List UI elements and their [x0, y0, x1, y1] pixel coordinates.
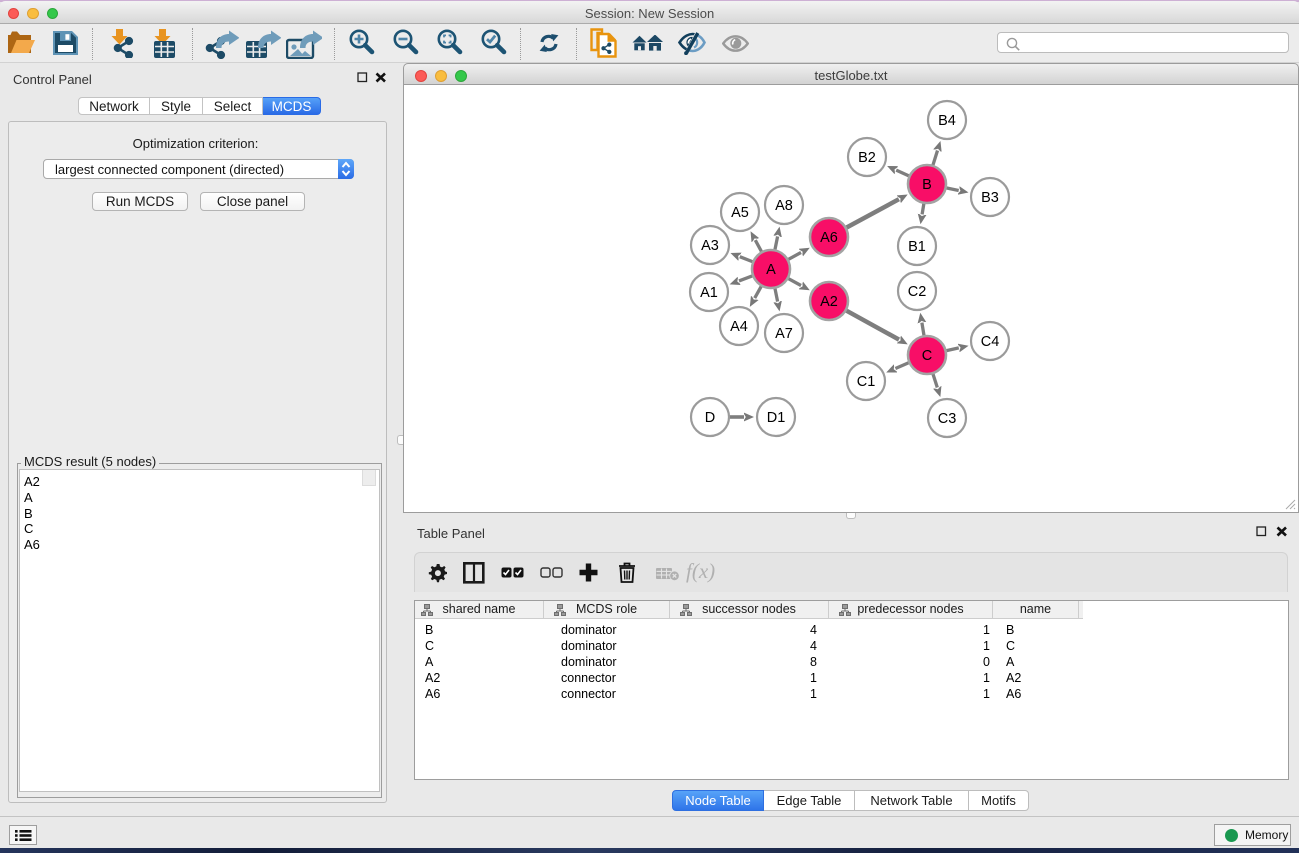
svg-text:A2: A2 [820, 294, 838, 310]
svg-text:A3: A3 [701, 238, 719, 254]
svg-text:C1: C1 [857, 374, 876, 390]
svg-text:C3: C3 [938, 411, 957, 427]
svg-text:B1: B1 [908, 239, 926, 255]
svg-text:B2: B2 [858, 150, 876, 166]
svg-text:A7: A7 [775, 326, 793, 342]
svg-text:A6: A6 [820, 230, 838, 246]
svg-text:B: B [922, 177, 932, 193]
svg-text:C4: C4 [981, 334, 1000, 350]
svg-text:A8: A8 [775, 198, 793, 214]
svg-text:C2: C2 [908, 284, 927, 300]
svg-text:D: D [705, 410, 715, 426]
svg-text:A1: A1 [700, 285, 718, 301]
svg-text:B4: B4 [938, 113, 956, 129]
svg-text:A4: A4 [730, 319, 748, 335]
svg-text:A5: A5 [731, 205, 749, 221]
svg-text:A: A [766, 262, 776, 278]
svg-text:B3: B3 [981, 190, 999, 206]
svg-text:C: C [922, 348, 932, 364]
svg-text:D1: D1 [767, 410, 786, 426]
